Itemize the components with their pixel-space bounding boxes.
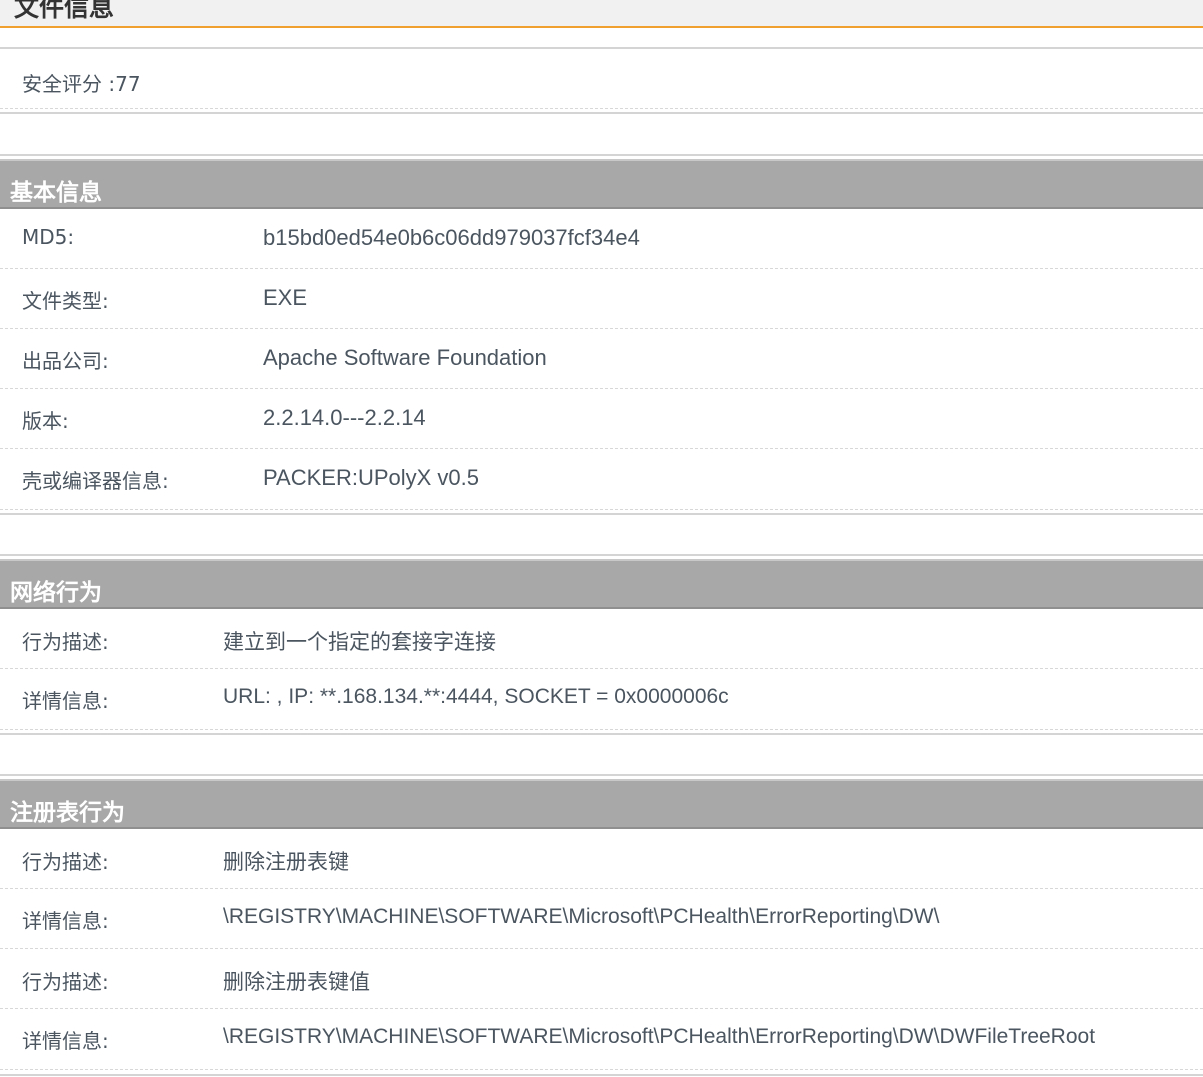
divider: [0, 774, 1203, 776]
divider: [0, 733, 1203, 735]
row-label: 文件类型:: [22, 289, 109, 313]
row-label: 壳或编译器信息:: [22, 469, 169, 493]
row-value: URL: , IP: **.168.134.**:4444, SOCKET = …: [223, 685, 729, 708]
divider: [0, 729, 1203, 730]
registry-row-description: 行为描述: 删除注册表键: [0, 830, 1203, 890]
divider: [0, 948, 1203, 949]
divider: [0, 112, 1203, 114]
row-label: 详情信息:: [22, 1029, 109, 1053]
row-label: 详情信息:: [22, 689, 109, 713]
info-row-version: 版本: 2.2.14.0---2.2.14: [0, 389, 1203, 449]
row-value: 删除注册表键值: [223, 970, 370, 994]
row-label: 行为描述:: [22, 630, 109, 654]
divider: [0, 554, 1203, 556]
info-row-file-type: 文件类型: EXE: [0, 269, 1203, 329]
divider: [0, 1074, 1203, 1076]
registry-title: 注册表行为: [10, 800, 125, 826]
registry-row-detail: 详情信息: \REGISTRY\MACHINE\SOFTWARE\Microso…: [0, 1009, 1203, 1069]
row-value: \REGISTRY\MACHINE\SOFTWARE\Microsoft\PCH…: [223, 1025, 1096, 1048]
network-row-detail: 详情信息: URL: , IP: **.168.134.**:4444, SOC…: [0, 669, 1203, 729]
row-value: 建立到一个指定的套接字连接: [223, 630, 496, 654]
info-row-md5: MD5: b15bd0ed54e0b6c06dd979037fcf34e4: [0, 209, 1203, 269]
security-score: 安全评分 :77: [22, 72, 141, 96]
info-row-company: 出品公司: Apache Software Foundation: [0, 329, 1203, 389]
row-value: 2.2.14.0---2.2.14: [263, 405, 426, 430]
divider: [0, 47, 1203, 49]
row-value: \REGISTRY\MACHINE\SOFTWARE\Microsoft\PCH…: [223, 905, 940, 928]
report-page: 文件信息 安全评分 :77 基本信息 MD5: b15bd0ed54e0b6c0…: [0, 0, 1203, 1077]
network-row-description: 行为描述: 建立到一个指定的套接字连接: [0, 610, 1203, 670]
row-label: 行为描述:: [22, 970, 109, 994]
network-title: 网络行为: [10, 580, 102, 606]
row-value: Apache Software Foundation: [263, 345, 547, 370]
info-row-packer: 壳或编译器信息: PACKER:UPolyX v0.5: [0, 449, 1203, 509]
network-header: 网络行为: [0, 559, 1203, 609]
row-value: EXE: [263, 285, 308, 310]
row-label: 行为描述:: [22, 850, 109, 874]
row-label: 出品公司:: [22, 349, 109, 373]
row-label: MD5:: [22, 225, 75, 249]
basic-info-title: 基本信息: [10, 180, 102, 206]
registry-header: 注册表行为: [0, 779, 1203, 829]
file-info-title: 文件信息: [14, 0, 115, 22]
row-value: PACKER:UPolyX v0.5: [263, 465, 480, 490]
row-value: 删除注册表键: [223, 850, 349, 874]
basic-info-header: 基本信息: [0, 159, 1203, 209]
row-label: 详情信息:: [22, 909, 109, 933]
row-label: 版本:: [22, 409, 69, 433]
registry-row-detail: 详情信息: \REGISTRY\MACHINE\SOFTWARE\Microso…: [0, 889, 1203, 949]
registry-row-description: 行为描述: 删除注册表键值: [0, 950, 1203, 1010]
divider: [0, 1069, 1203, 1070]
divider: [0, 108, 1203, 109]
row-value: b15bd0ed54e0b6c06dd979037fcf34e4: [263, 225, 640, 250]
divider: [0, 154, 1203, 156]
divider: [0, 513, 1203, 515]
file-info-header: 文件信息: [0, 0, 1203, 28]
divider: [0, 509, 1203, 510]
